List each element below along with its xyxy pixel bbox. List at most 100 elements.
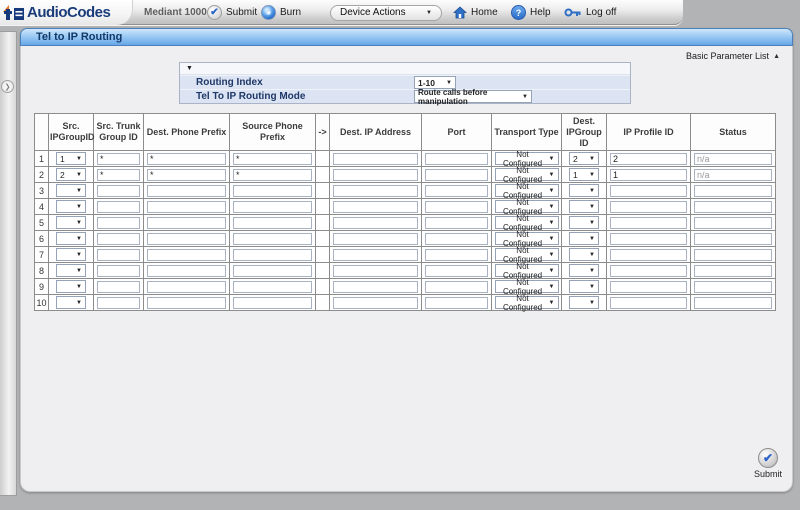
dest-ipgroup-select[interactable]: ▼ xyxy=(569,216,599,229)
dest-ip-address-input[interactable] xyxy=(333,169,418,181)
transport-type-select[interactable]: Not Configured ▼ xyxy=(495,168,559,181)
source-phone-prefix-input[interactable] xyxy=(233,265,312,277)
dest-ip-address-input[interactable] xyxy=(333,297,418,309)
dest-phone-prefix-input[interactable] xyxy=(147,217,226,229)
port-input[interactable] xyxy=(425,185,488,197)
port-input[interactable] xyxy=(425,169,488,181)
dest-ipgroup-select[interactable]: ▼ xyxy=(569,200,599,213)
source-phone-prefix-input[interactable] xyxy=(233,153,312,165)
dest-ip-address-input[interactable] xyxy=(333,249,418,261)
basic-parameter-list-link[interactable]: Basic Parameter List ▲ xyxy=(686,51,780,61)
port-input[interactable] xyxy=(425,233,488,245)
port-input[interactable] xyxy=(425,265,488,277)
submit-footer-button[interactable]: ✔ Submit xyxy=(754,448,782,479)
port-input[interactable] xyxy=(425,217,488,229)
device-actions-dropdown[interactable]: Device Actions ▼ xyxy=(330,0,442,25)
dest-phone-prefix-input[interactable] xyxy=(147,297,226,309)
status-input[interactable] xyxy=(694,185,772,197)
sidebar-expand-button[interactable]: ❯ xyxy=(1,80,14,93)
home-button[interactable]: Home xyxy=(453,0,498,25)
dest-phone-prefix-input[interactable] xyxy=(147,233,226,245)
source-phone-prefix-input[interactable] xyxy=(233,281,312,293)
source-phone-prefix-input[interactable] xyxy=(233,185,312,197)
src-trunk-input[interactable] xyxy=(97,153,140,165)
dest-ipgroup-select[interactable]: ▼ xyxy=(569,280,599,293)
dest-phone-prefix-input[interactable] xyxy=(147,265,226,277)
transport-type-select[interactable]: Not Configured ▼ xyxy=(495,248,559,261)
transport-type-select[interactable]: Not Configured ▼ xyxy=(495,232,559,245)
ip-profile-id-input[interactable] xyxy=(610,153,687,165)
src-ipgroup-select[interactable]: ▼ xyxy=(56,248,86,261)
source-phone-prefix-input[interactable] xyxy=(233,249,312,261)
dest-ip-address-input[interactable] xyxy=(333,281,418,293)
src-trunk-input[interactable] xyxy=(97,265,140,277)
source-phone-prefix-input[interactable] xyxy=(233,217,312,229)
dest-ipgroup-select[interactable]: 1 ▼ xyxy=(569,168,599,181)
ip-profile-id-input[interactable] xyxy=(610,297,687,309)
src-ipgroup-select[interactable]: 1 ▼ xyxy=(56,152,86,165)
port-input[interactable] xyxy=(425,249,488,261)
status-input[interactable] xyxy=(694,281,772,293)
dest-phone-prefix-input[interactable] xyxy=(147,169,226,181)
status-input[interactable] xyxy=(694,297,772,309)
transport-type-select[interactable]: Not Configured ▼ xyxy=(495,280,559,293)
dest-ip-address-input[interactable] xyxy=(333,265,418,277)
port-input[interactable] xyxy=(425,153,488,165)
ip-profile-id-input[interactable] xyxy=(610,185,687,197)
port-input[interactable] xyxy=(425,201,488,213)
transport-type-select[interactable]: Not Configured ▼ xyxy=(495,264,559,277)
source-phone-prefix-input[interactable] xyxy=(233,233,312,245)
ip-profile-id-input[interactable] xyxy=(610,201,687,213)
logoff-button[interactable]: Log off xyxy=(564,0,616,25)
port-input[interactable] xyxy=(425,297,488,309)
dest-ipgroup-select[interactable]: ▼ xyxy=(569,296,599,309)
status-input[interactable] xyxy=(694,265,772,277)
src-trunk-input[interactable] xyxy=(97,281,140,293)
src-ipgroup-select[interactable]: ▼ xyxy=(56,280,86,293)
burn-button[interactable]: Burn xyxy=(261,0,301,25)
src-trunk-input[interactable] xyxy=(97,185,140,197)
ip-profile-id-input[interactable] xyxy=(610,217,687,229)
src-ipgroup-select[interactable]: ▼ xyxy=(56,232,86,245)
src-trunk-input[interactable] xyxy=(97,233,140,245)
dest-ip-address-input[interactable] xyxy=(333,233,418,245)
status-input[interactable] xyxy=(694,201,772,213)
src-ipgroup-select[interactable]: ▼ xyxy=(56,200,86,213)
dest-phone-prefix-input[interactable] xyxy=(147,185,226,197)
status-input[interactable] xyxy=(694,169,772,181)
transport-type-select[interactable]: Not Configured ▼ xyxy=(495,296,559,309)
src-ipgroup-select[interactable]: ▼ xyxy=(56,296,86,309)
dest-ipgroup-select[interactable]: ▼ xyxy=(569,264,599,277)
ip-profile-id-input[interactable] xyxy=(610,233,687,245)
dest-ipgroup-select[interactable]: ▼ xyxy=(569,248,599,261)
src-trunk-input[interactable] xyxy=(97,297,140,309)
status-input[interactable] xyxy=(694,249,772,261)
dest-ip-address-input[interactable] xyxy=(333,201,418,213)
dest-phone-prefix-input[interactable] xyxy=(147,249,226,261)
src-trunk-input[interactable] xyxy=(97,201,140,213)
transport-type-select[interactable]: Not Configured ▼ xyxy=(495,152,559,165)
status-input[interactable] xyxy=(694,233,772,245)
submit-button[interactable]: ✔ Submit xyxy=(207,0,257,25)
transport-type-select[interactable]: Not Configured ▼ xyxy=(495,216,559,229)
dest-phone-prefix-input[interactable] xyxy=(147,281,226,293)
source-phone-prefix-input[interactable] xyxy=(233,297,312,309)
dest-ip-address-input[interactable] xyxy=(333,153,418,165)
dest-ipgroup-select[interactable]: ▼ xyxy=(569,184,599,197)
dest-ip-address-input[interactable] xyxy=(333,185,418,197)
dest-ipgroup-select[interactable]: ▼ xyxy=(569,232,599,245)
src-ipgroup-select[interactable]: ▼ xyxy=(56,216,86,229)
transport-type-select[interactable]: Not Configured ▼ xyxy=(495,184,559,197)
src-ipgroup-select[interactable]: 2 ▼ xyxy=(56,168,86,181)
routing-mode-select[interactable]: Route calls before manipulation ▼ xyxy=(414,90,532,103)
status-input[interactable] xyxy=(694,153,772,165)
dest-ipgroup-select[interactable]: 2 ▼ xyxy=(569,152,599,165)
dest-phone-prefix-input[interactable] xyxy=(147,201,226,213)
ip-profile-id-input[interactable] xyxy=(610,281,687,293)
source-phone-prefix-input[interactable] xyxy=(233,201,312,213)
src-ipgroup-select[interactable]: ▼ xyxy=(56,264,86,277)
src-ipgroup-select[interactable]: ▼ xyxy=(56,184,86,197)
source-phone-prefix-input[interactable] xyxy=(233,169,312,181)
ip-profile-id-input[interactable] xyxy=(610,169,687,181)
dest-phone-prefix-input[interactable] xyxy=(147,153,226,165)
